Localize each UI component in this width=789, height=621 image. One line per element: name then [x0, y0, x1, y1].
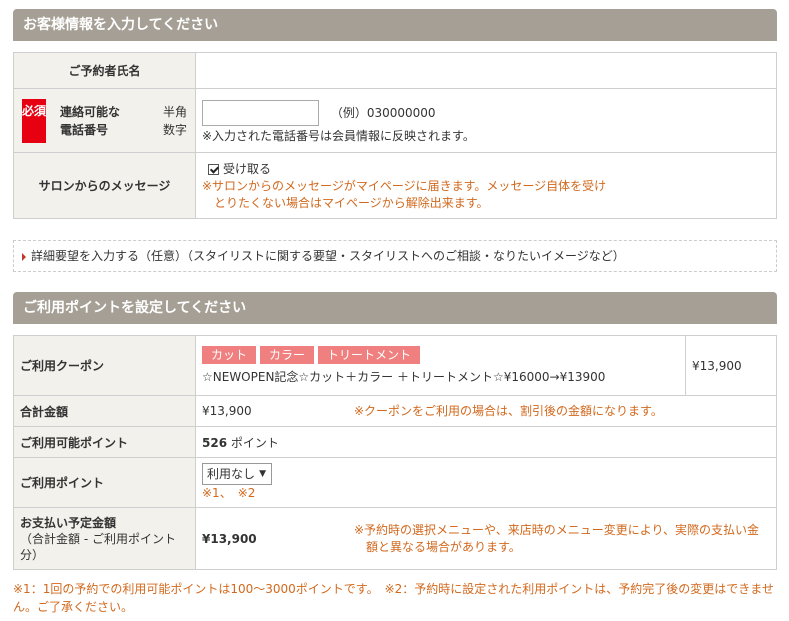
coupon-tag-color: カラー: [260, 346, 315, 364]
caret-right-icon: [22, 252, 26, 261]
payment-cell: ¥13,900 ※予約時の選択メニューや、来店時のメニュー変更により、実際の支払…: [195, 507, 777, 570]
message-checkbox-label[interactable]: 受け取る: [223, 162, 271, 176]
phone-label-cell: 必須 連絡可能な 電話番号 半角 数字: [13, 88, 196, 153]
available-points-label: ご利用可能ポイント: [13, 426, 196, 458]
footer-note: ※1：1回の予約での利用可能ポイントは100～3000ポイントです。 ※2：予約…: [13, 582, 774, 614]
coupon-text: ☆NEWOPEN記念☆カット＋カラー ＋トリートメント☆¥16000→¥1390…: [202, 370, 606, 384]
phone-hint: 半角 数字: [163, 103, 187, 139]
total-cell: ¥13,900 ※クーポンをご利用の場合は、割引後の金額になります。: [195, 395, 777, 427]
available-points-cell: 526 ポイント: [195, 426, 777, 458]
message-checkbox[interactable]: [208, 163, 219, 175]
available-points-unit: ポイント: [230, 435, 279, 450]
total-value: ¥13,900: [202, 403, 252, 418]
coupon-tags: カット カラー トリートメント: [202, 346, 685, 364]
payment-label-cell: お支払い予定金額 （合計金額 - ご利用ポイント 分）: [13, 507, 196, 570]
use-points-select[interactable]: 利用なし ▼: [202, 463, 272, 485]
payment-label: お支払い予定金額: [20, 516, 117, 530]
payment-note-line1: ※予約時の選択メニューや、来店時のメニュー変更により、実際の支払い金: [354, 522, 759, 537]
coupon-tag-treatment: トリートメント: [318, 346, 421, 364]
phone-note: ※入力された電話番号は会員情報に反映されます。: [202, 128, 475, 143]
use-points-select-value: 利用なし: [207, 467, 256, 481]
total-label: 合計金額: [13, 395, 196, 427]
use-points-note: ※1、 ※2: [202, 486, 256, 500]
message-value-cell: 受け取る ※サロンからのメッセージがマイページに届きます。メッセージ自体を受け …: [195, 152, 777, 219]
coupon-cell: カット カラー トリートメント ☆NEWOPEN記念☆カット＋カラー ＋トリートメン…: [195, 335, 686, 396]
phone-label-line1: 連絡可能な: [60, 105, 121, 119]
use-points-label: ご利用ポイント: [13, 457, 196, 508]
available-points-value: 526: [202, 435, 228, 450]
use-points-cell: 利用なし ▼ ※1、 ※2: [195, 457, 777, 508]
points-table: ご利用クーポン カット カラー トリートメント ☆NEWOPEN記念☆カット＋カラー…: [13, 335, 777, 570]
coupon-label: ご利用クーポン: [13, 335, 196, 396]
phone-hint-line2: 数字: [162, 123, 187, 137]
payment-sublabel: （合計金額 - ご利用ポイント 分）: [20, 531, 195, 563]
customer-info-header: お客様情報を入力してください: [13, 9, 777, 41]
detail-request-label[interactable]: 詳細要望を入力する（任意）（スタイリストに関する要望・スタイリストへのご相談・な…: [31, 249, 625, 263]
chevron-down-icon: ▼: [259, 469, 266, 479]
required-badge: 必須: [22, 99, 46, 143]
payment-note: ※予約時の選択メニューや、来店時のメニュー変更により、実際の支払い金 額と異なる…: [354, 522, 759, 556]
customer-info-table: ご予約者氏名 必須 連絡可能な 電話番号 半角 数字 （例）030000000 …: [13, 52, 777, 219]
coupon-tag-cut: カット: [202, 346, 257, 364]
message-note-line1: ※サロンからのメッセージがマイページに届きます。メッセージ自体を受け: [202, 178, 607, 193]
message-note-line2: とりたくない場合はマイページから解除出来ます。: [214, 195, 489, 210]
payment-value: ¥13,900: [202, 531, 257, 546]
phone-input[interactable]: [202, 100, 319, 126]
phone-example: （例）030000000: [330, 105, 436, 120]
name-label: ご予約者氏名: [13, 52, 196, 89]
phone-label: 連絡可能な 電話番号: [60, 103, 120, 139]
total-note: ※クーポンをご利用の場合は、割引後の金額になります。: [354, 403, 663, 418]
phone-value-cell: （例）030000000 ※入力された電話番号は会員情報に反映されます。: [195, 88, 777, 153]
points-header: ご利用ポイントを設定してください: [13, 292, 777, 324]
name-value: [195, 52, 777, 89]
detail-request-toggle[interactable]: 詳細要望を入力する（任意）（スタイリストに関する要望・スタイリストへのご相談・な…: [13, 240, 777, 272]
payment-sublabel-line2: 分）: [20, 548, 45, 562]
payment-sublabel-line1: （合計金額 - ご利用ポイント: [20, 532, 176, 546]
coupon-price: ¥13,900: [685, 335, 777, 396]
message-label: サロンからのメッセージ: [13, 152, 196, 219]
phone-label-line2: 電話番号: [60, 123, 109, 137]
phone-hint-line1: 半角: [162, 105, 187, 119]
payment-note-line2: 額と異なる場合があります。: [366, 539, 521, 554]
